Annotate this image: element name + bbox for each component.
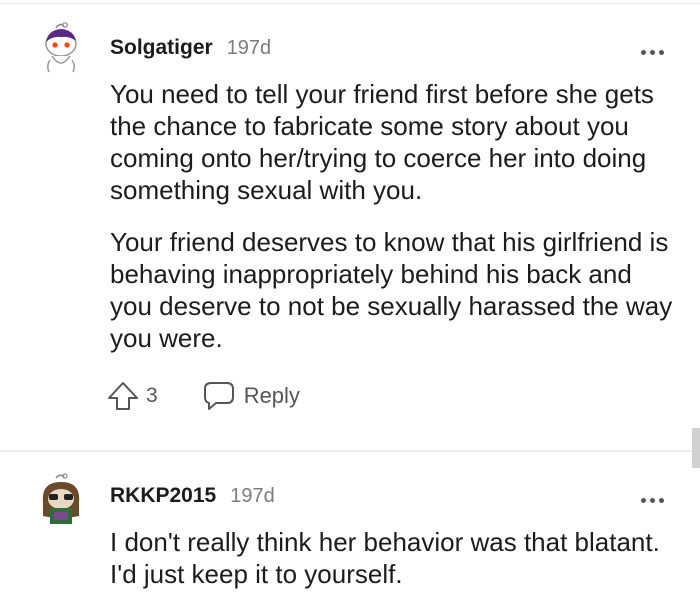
timestamp: 197d — [226, 37, 272, 59]
comment-body: You need to tell your friend first befor… — [110, 78, 680, 374]
comment-paragraph: I don't really think her behavior was th… — [110, 527, 660, 589]
comment-body: I don't really think her behavior was th… — [110, 526, 680, 610]
snoo-avatar-icon — [42, 473, 80, 524]
timestamp: 197d — [230, 485, 275, 507]
snoo-avatar-icon — [45, 22, 77, 73]
avatar[interactable] — [34, 20, 88, 76]
more-options-icon[interactable] — [641, 50, 664, 55]
vote-count: 3 — [146, 384, 158, 407]
reply-label: Reply — [243, 383, 300, 408]
more-options-icon[interactable] — [641, 498, 664, 503]
upvote-button[interactable]: 3 — [106, 379, 202, 413]
comment-paragraph: Your friend deserves to know that his gi… — [110, 227, 673, 353]
comment: Solgatiger 197d You need to tell your fr… — [0, 0, 700, 452]
upvote-icon — [108, 382, 138, 410]
comment-meta: RKKP2015 197d — [110, 484, 275, 514]
username[interactable]: Solgatiger — [110, 36, 213, 60]
comment-actions: 3 Reply — [106, 378, 300, 414]
username[interactable]: RKKP2015 — [110, 484, 216, 508]
comment: RKKP2015 197d I don't really think her b… — [0, 452, 700, 616]
reply-bubble-icon — [203, 382, 234, 410]
reply-button[interactable]: Reply — [202, 380, 300, 412]
comment-meta: Solgatiger 197d — [110, 36, 271, 66]
comment-paragraph: You need to tell your friend first befor… — [110, 79, 654, 205]
avatar[interactable] — [34, 472, 88, 528]
